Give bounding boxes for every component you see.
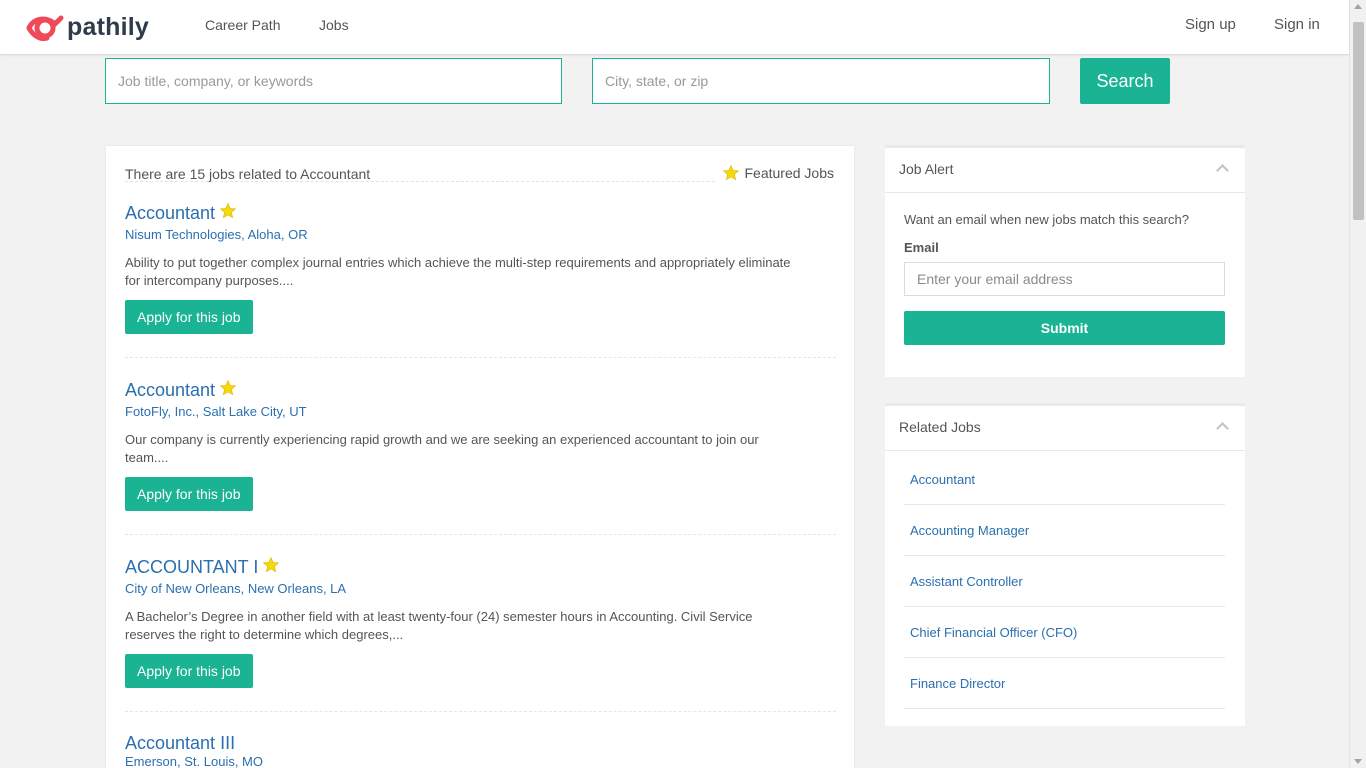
related-job-link[interactable]: Accounting Manager (904, 505, 1225, 556)
sign-in-link[interactable]: Sign in (1274, 16, 1320, 33)
related-jobs-list: Accountant Accounting Manager Assistant … (904, 454, 1225, 709)
job-company-link[interactable]: City of New Orleans, New Orleans, LA (125, 581, 836, 599)
apply-button[interactable]: Apply for this job (125, 300, 253, 334)
job-divider (125, 711, 836, 712)
nav-career-path[interactable]: Career Path (205, 17, 280, 33)
job-title-link[interactable]: ACCOUNTANT I (125, 557, 258, 578)
scroll-down-arrow-icon[interactable] (1354, 759, 1362, 764)
related-job-link[interactable]: Finance Director (904, 658, 1225, 709)
job-divider (125, 534, 836, 535)
job-description: Our company is currently experiencing ra… (125, 432, 759, 465)
apply-button[interactable]: Apply for this job (125, 654, 253, 688)
job-results-panel: There are 15 jobs related to Accountant … (105, 145, 855, 768)
featured-star-icon (219, 379, 237, 396)
logo-mark-icon (26, 15, 64, 41)
job-description: A Bachelor’s Degree in another field wit… (125, 609, 753, 642)
job-card: Accountant Nisum Technologies, Aloha, OR… (125, 202, 836, 334)
featured-star-icon (219, 202, 237, 219)
job-card: Accountant FotoFly, Inc., Salt Lake City… (125, 379, 836, 511)
job-title-link[interactable]: Accountant (125, 203, 215, 224)
apply-button[interactable]: Apply for this job (125, 477, 253, 511)
related-job-link[interactable]: Assistant Controller (904, 556, 1225, 607)
related-job-link[interactable]: Chief Financial Officer (CFO) (904, 607, 1225, 658)
job-card: ACCOUNTANT I City of New Orleans, New Or… (125, 556, 836, 688)
search-button[interactable]: Search (1080, 58, 1170, 104)
star-icon (722, 164, 739, 181)
related-jobs-title: Related Jobs (899, 419, 981, 435)
sign-up-link[interactable]: Sign up (1185, 16, 1236, 33)
email-label: Email (904, 240, 939, 255)
related-job-link[interactable]: Accountant (904, 454, 1225, 505)
related-jobs-panel: Related Jobs Accountant Accounting Manag… (885, 403, 1245, 726)
scrollbar-thumb[interactable] (1353, 22, 1364, 220)
pathily-logo[interactable]: pathily (25, 12, 149, 42)
featured-star-icon (263, 556, 280, 573)
job-card: Accountant III Emerson, St. Louis, MO (125, 732, 836, 768)
scroll-up-arrow-icon[interactable] (1354, 4, 1362, 9)
job-alert-header: Job Alert (885, 148, 1245, 193)
nav-jobs[interactable]: Jobs (319, 17, 349, 33)
job-description: Ability to put together complex journal … (125, 255, 791, 288)
top-navbar: pathily Career Path Jobs Sign up Sign in (0, 0, 1349, 55)
related-jobs-header: Related Jobs (885, 406, 1245, 451)
job-alert-question: Want an email when new jobs match this s… (904, 212, 1189, 227)
featured-jobs-label: Featured Jobs (744, 165, 835, 181)
job-title-link[interactable]: Accountant III (125, 733, 235, 754)
job-alert-panel: Job Alert Want an email when new jobs ma… (885, 145, 1245, 377)
collapse-chevron-up-icon[interactable] (1216, 422, 1229, 435)
job-company-link[interactable]: Emerson, St. Louis, MO (125, 754, 836, 768)
email-field[interactable] (904, 262, 1225, 296)
job-divider (125, 357, 836, 358)
collapse-chevron-up-icon[interactable] (1216, 164, 1229, 177)
brand-name: pathily (67, 12, 149, 41)
location-search-input[interactable] (592, 58, 1050, 104)
featured-jobs-legend: Featured Jobs (715, 164, 835, 182)
job-company-link[interactable]: Nisum Technologies, Aloha, OR (125, 227, 836, 245)
page-scrollbar[interactable] (1349, 0, 1366, 768)
job-alert-title: Job Alert (899, 161, 954, 177)
results-summary: There are 15 jobs related to Accountant (125, 166, 371, 182)
submit-button[interactable]: Submit (904, 311, 1225, 345)
keywords-search-input[interactable] (105, 58, 562, 104)
job-title-link[interactable]: Accountant (125, 380, 215, 401)
job-company-link[interactable]: FotoFly, Inc., Salt Lake City, UT (125, 404, 836, 422)
